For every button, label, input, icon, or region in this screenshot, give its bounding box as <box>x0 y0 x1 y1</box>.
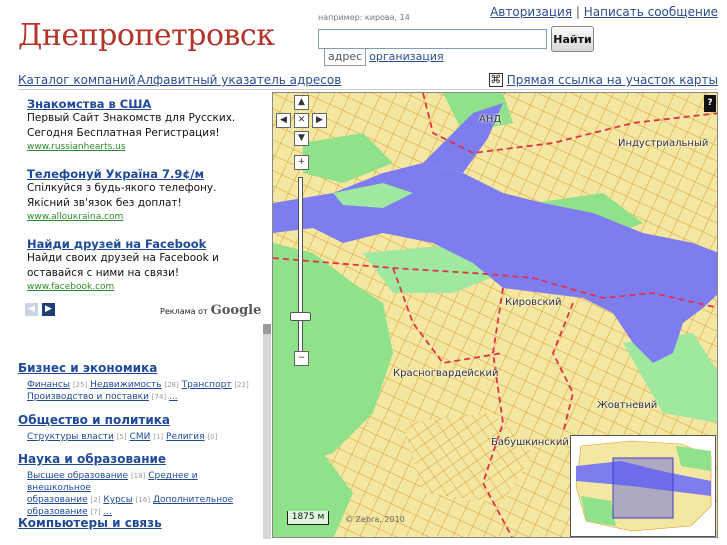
overview-map[interactable] <box>570 435 716 537</box>
count: [25] <box>72 381 88 389</box>
count: [18] <box>130 472 146 480</box>
pan-left-button[interactable]: ◀ <box>276 113 291 128</box>
category-link[interactable]: Курсы <box>103 495 132 505</box>
map-label: Кировский <box>505 297 562 308</box>
scrollbar-thumb[interactable] <box>263 324 271 334</box>
category-link[interactable]: Транспорт <box>182 380 232 390</box>
expand-icon: ⌘ <box>488 73 503 87</box>
category-title[interactable]: Бизнес и экономика <box>18 361 263 375</box>
ad-text: Сегодня Бесплатная Регистрация! <box>27 127 220 139</box>
search-button[interactable]: Найти <box>551 26 594 52</box>
category-computers: Компьютеры и связь <box>18 516 263 530</box>
ads-attribution[interactable]: Реклама от Google <box>160 303 261 318</box>
zoom-out-button[interactable]: − <box>294 351 309 366</box>
viewport-frame <box>612 457 674 519</box>
pan-right-button[interactable]: ▶ <box>312 113 327 128</box>
count: [0] <box>207 433 218 441</box>
category-link[interactable]: Производство и поставки <box>27 392 149 402</box>
category-link[interactable]: Структуры власти <box>27 432 114 442</box>
ad-url[interactable]: www.facebook.com <box>27 282 265 292</box>
tab-address[interactable]: адрес <box>324 49 367 66</box>
ad-text: Спілкуйся з будь-якого телефону. <box>27 182 217 194</box>
ad-url[interactable]: www.russianhearts.us <box>27 142 265 152</box>
category-link[interactable]: Финансы <box>27 380 70 390</box>
search-mode-tabs: адрес организация <box>324 49 447 66</box>
address-index-link[interactable]: Алфавитный указатель адресов <box>137 73 341 87</box>
zoom-slider-handle[interactable] <box>290 312 311 321</box>
map-label: Красногвардейский <box>393 368 499 379</box>
city-map[interactable]: ▲ ◀ ✕ ▶ ▼ + − ? АНД Индустриальный Киров… <box>272 92 718 538</box>
zoom-slider[interactable] <box>298 177 303 352</box>
count: [5] <box>116 433 127 441</box>
ad-text: Найди своих друзей на Facebook и <box>27 252 219 264</box>
ad-title[interactable]: Телефонуй Україна 7.9¢/м <box>27 167 265 181</box>
separator: | <box>575 5 580 19</box>
ad-text: Якісний зв'язок без доплат! <box>27 197 182 209</box>
pan-up-button[interactable]: ▲ <box>294 95 309 110</box>
pan-center-button[interactable]: ✕ <box>294 113 309 128</box>
more-link[interactable]: ... <box>169 392 178 402</box>
catalog-link[interactable]: Каталог компаний <box>18 73 136 87</box>
ad-title[interactable]: Найди друзей на Facebook <box>27 237 265 251</box>
map-label: Индустриальный <box>618 138 709 149</box>
count: [2] <box>90 496 101 504</box>
tab-organization[interactable]: организация <box>366 49 446 66</box>
category-items: Финансы [25] Недвижимость [28] Транспорт… <box>27 379 263 403</box>
ad-url[interactable]: www.allouкraina.com <box>27 212 265 222</box>
overview-canvas[interactable] <box>571 436 716 537</box>
scale-bar: 1875 м <box>287 511 329 525</box>
ad-next-button[interactable]: ▶ <box>42 303 55 316</box>
category-items: Высшее образование [18] Среднее и внешко… <box>27 470 263 518</box>
login-link[interactable]: Авторизация <box>490 5 572 19</box>
category-business: Бизнес и экономика Финансы [25] Недвижим… <box>18 361 263 403</box>
count: [16] <box>135 496 151 504</box>
ad-text: оставайся с ними на связи! <box>27 267 180 279</box>
category-link[interactable]: Высшее образование <box>27 471 128 481</box>
ads-by-label: Реклама от <box>160 307 208 316</box>
permalink-link[interactable]: Прямая ссылка на участок карты <box>507 73 718 87</box>
count: [74] <box>151 393 167 401</box>
ad-text: Первый Сайт Знакомств для Русских. <box>27 112 236 124</box>
sidebar-scrollbar[interactable] <box>263 324 271 539</box>
category-link[interactable]: СМИ <box>130 432 151 442</box>
category-society: Общество и политика Структуры власти [5]… <box>18 413 263 443</box>
site-logo[interactable]: Днепропетровск <box>18 18 275 53</box>
ad-title[interactable]: Знакомства в США <box>27 97 265 111</box>
category-title[interactable]: Наука и образование <box>18 452 263 466</box>
ad-block: Знакомства в США Первый Сайт Знакомств д… <box>27 97 265 152</box>
divider <box>18 89 718 90</box>
count: [7] <box>90 508 101 516</box>
map-copyright: © Zebra, 2010 <box>345 515 405 524</box>
category-link[interactable]: Недвижимость <box>90 380 161 390</box>
category-items: Структуры власти [5] СМИ [1] Религия [0] <box>27 431 263 443</box>
zoom-in-button[interactable]: + <box>294 155 309 170</box>
category-link[interactable]: Дополнительное <box>153 495 233 505</box>
map-label: Бабушкинский <box>491 437 569 448</box>
search-input[interactable] <box>318 29 547 49</box>
permalink[interactable]: ⌘ Прямая ссылка на участок карты <box>488 73 718 87</box>
search-example: например: кирова, 14 <box>318 13 410 22</box>
map-label: АНД <box>479 114 502 125</box>
ad-prev-button[interactable]: ◀ <box>25 303 38 316</box>
category-title[interactable]: Общество и политика <box>18 413 263 427</box>
help-button[interactable]: ? <box>704 95 716 112</box>
category-link[interactable]: образование <box>27 495 88 505</box>
ad-block: Найди друзей на Facebook Найди своих дру… <box>27 237 265 292</box>
google-logo: Google <box>210 303 262 318</box>
count: [28] <box>164 381 179 389</box>
ad-block: Телефонуй Україна 7.9¢/м Спілкуйся з буд… <box>27 167 265 222</box>
count: [22] <box>234 381 249 389</box>
category-science: Наука и образование Высшее образование [… <box>18 452 263 518</box>
pan-down-button[interactable]: ▼ <box>294 131 309 146</box>
write-message-link[interactable]: Написать сообщение <box>584 5 718 19</box>
count: [1] <box>153 433 164 441</box>
category-link[interactable]: Религия <box>166 432 205 442</box>
category-title[interactable]: Компьютеры и связь <box>18 516 263 530</box>
top-links: Авторизация | Написать сообщение <box>490 5 718 19</box>
map-label: Жовтневий <box>597 400 658 411</box>
